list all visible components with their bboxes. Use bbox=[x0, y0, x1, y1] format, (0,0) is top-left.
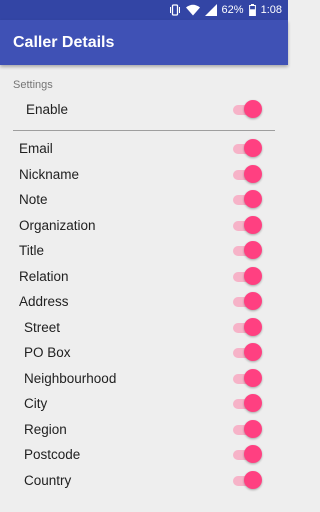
section-title-settings: Settings bbox=[13, 79, 53, 91]
battery-icon bbox=[248, 4, 256, 16]
field-switch-street[interactable] bbox=[233, 317, 262, 337]
field-row-nickname[interactable]: Nickname bbox=[0, 162, 288, 187]
field-row-city[interactable]: City bbox=[0, 391, 288, 416]
field-switch-email[interactable] bbox=[233, 139, 262, 158]
settings-content: Settings Enable Email Nickname Note Orga… bbox=[0, 65, 288, 512]
switch-thumb bbox=[244, 368, 262, 387]
field-row-street[interactable]: Street bbox=[0, 315, 288, 340]
field-label-relation: Relation bbox=[19, 268, 69, 284]
switch-thumb bbox=[244, 317, 262, 336]
switch-thumb bbox=[244, 100, 262, 118]
field-row-relation[interactable]: Relation bbox=[0, 264, 288, 289]
field-row-postcode[interactable]: Postcode bbox=[0, 442, 288, 467]
field-row-address[interactable]: Address bbox=[0, 289, 288, 314]
switch-thumb bbox=[244, 266, 262, 285]
battery-percent: 62% bbox=[221, 4, 244, 16]
field-switch-neighbourhood[interactable] bbox=[233, 368, 262, 388]
divider bbox=[13, 130, 275, 131]
field-label-country: Country bbox=[24, 472, 72, 488]
field-label-street: Street bbox=[24, 319, 61, 335]
field-label-po-box: PO Box bbox=[24, 345, 71, 360]
field-label-nickname: Nickname bbox=[19, 166, 80, 182]
field-switch-country[interactable] bbox=[233, 470, 262, 490]
field-row-title[interactable]: Title bbox=[0, 238, 288, 263]
switch-thumb bbox=[244, 164, 262, 183]
field-switch-po-box[interactable] bbox=[233, 343, 262, 362]
switch-thumb bbox=[244, 241, 262, 259]
switch-thumb bbox=[244, 215, 262, 234]
switch-thumb bbox=[244, 419, 262, 438]
field-label-note: Note bbox=[19, 192, 48, 207]
switch-thumb bbox=[244, 139, 262, 157]
field-switch-title[interactable] bbox=[233, 241, 262, 260]
field-switch-address[interactable] bbox=[233, 292, 262, 311]
field-label-region: Region bbox=[24, 421, 67, 437]
field-label-organization: Organization bbox=[19, 217, 96, 233]
field-label-title: Title bbox=[19, 243, 45, 258]
field-row-country[interactable]: Country bbox=[0, 468, 288, 493]
status-icons: 62% 1:08 bbox=[169, 0, 282, 20]
field-label-postcode: Postcode bbox=[24, 447, 81, 462]
field-switch-nickname[interactable] bbox=[233, 164, 262, 184]
field-row-organization[interactable]: Organization bbox=[0, 213, 288, 238]
field-row-note[interactable]: Note bbox=[0, 187, 288, 212]
field-switch-relation[interactable] bbox=[233, 266, 262, 286]
switch-thumb bbox=[244, 343, 262, 361]
enable-label: Enable bbox=[26, 102, 69, 117]
field-row-email[interactable]: Email bbox=[0, 136, 288, 161]
field-switch-city[interactable] bbox=[233, 394, 262, 413]
field-row-neighbourhood[interactable]: Neighbourhood bbox=[0, 366, 288, 391]
field-label-city: City bbox=[24, 396, 48, 411]
enable-switch[interactable] bbox=[233, 100, 262, 119]
field-switch-note[interactable] bbox=[233, 190, 262, 209]
status-time: 1:08 bbox=[260, 4, 282, 16]
wifi-icon bbox=[185, 4, 200, 16]
field-switch-organization[interactable] bbox=[233, 215, 262, 235]
app-bar: Caller Details bbox=[0, 20, 288, 65]
status-bar: 62% 1:08 bbox=[0, 0, 288, 20]
field-label-email: Email bbox=[19, 141, 53, 156]
vibrate-icon bbox=[169, 4, 181, 16]
field-switch-postcode[interactable] bbox=[233, 445, 262, 464]
switch-thumb bbox=[244, 292, 262, 310]
switch-thumb bbox=[244, 190, 262, 208]
field-row-po-box[interactable]: PO Box bbox=[0, 340, 288, 365]
field-label-address: Address bbox=[19, 294, 69, 309]
enable-row[interactable]: Enable bbox=[0, 97, 288, 122]
switch-thumb bbox=[244, 470, 262, 489]
switch-thumb bbox=[244, 394, 262, 412]
field-switch-region[interactable] bbox=[233, 419, 262, 439]
switch-thumb bbox=[244, 445, 262, 463]
field-label-neighbourhood: Neighbourhood bbox=[24, 370, 117, 386]
field-row-region[interactable]: Region bbox=[0, 417, 288, 442]
signal-icon bbox=[204, 4, 217, 16]
app-title: Caller Details bbox=[13, 34, 115, 51]
